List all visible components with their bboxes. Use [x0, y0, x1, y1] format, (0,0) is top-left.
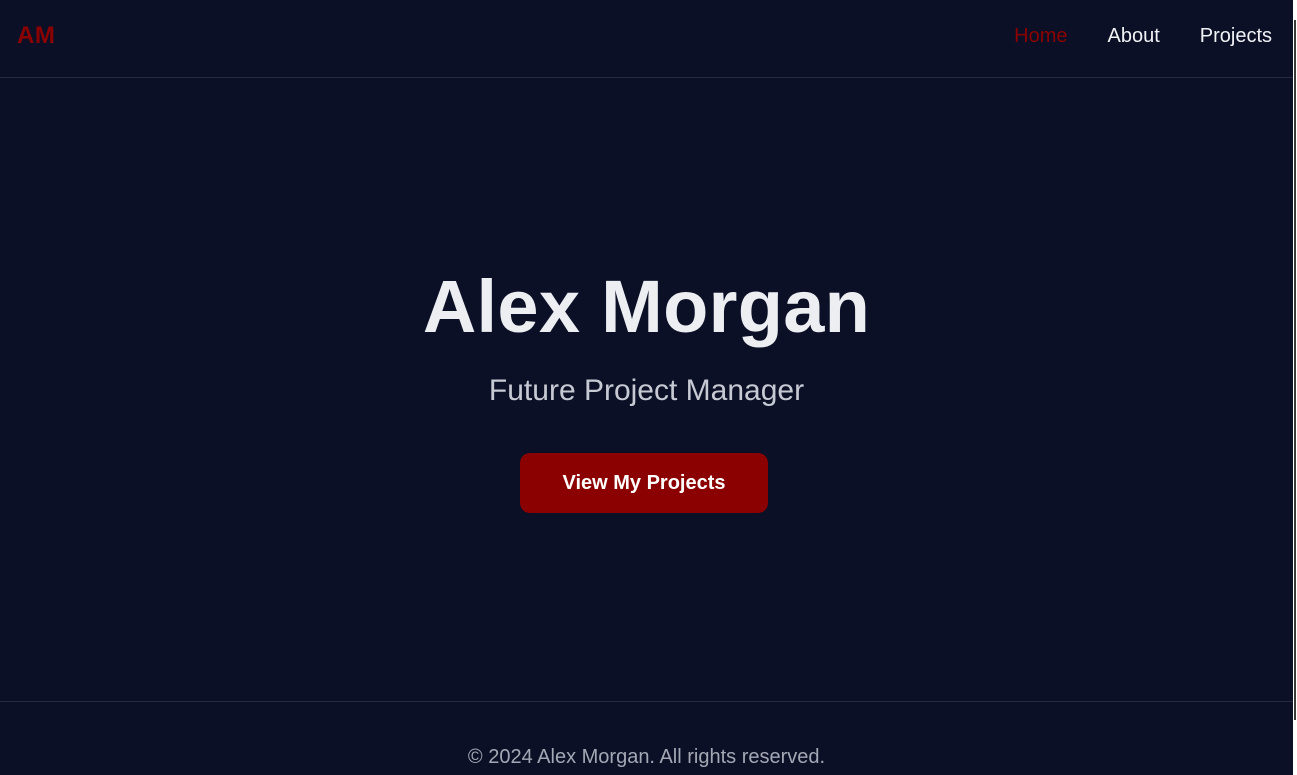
hero-section: Alex Morgan Future Project Manager View … [0, 78, 1293, 701]
nav-link-projects[interactable]: Projects [1200, 25, 1272, 48]
page: AM Home About Projects Alex Morgan Futur… [0, 0, 1293, 775]
site-footer: © 2024 Alex Morgan. All rights reserved. [0, 701, 1293, 775]
scrollbar-thumb[interactable] [1294, 20, 1296, 720]
view-projects-button[interactable]: View My Projects [520, 453, 768, 513]
main-nav: Home About Projects [1014, 25, 1272, 48]
nav-link-home[interactable]: Home [1014, 25, 1067, 48]
nav-link-about[interactable]: About [1107, 25, 1159, 48]
hero-subtitle: Future Project Manager [488, 374, 805, 407]
hero-title: Alex Morgan [422, 265, 871, 348]
logo[interactable]: AM [17, 22, 55, 50]
site-header: AM Home About Projects [0, 0, 1293, 78]
footer-copyright: © 2024 Alex Morgan. All rights reserved. [467, 746, 826, 768]
